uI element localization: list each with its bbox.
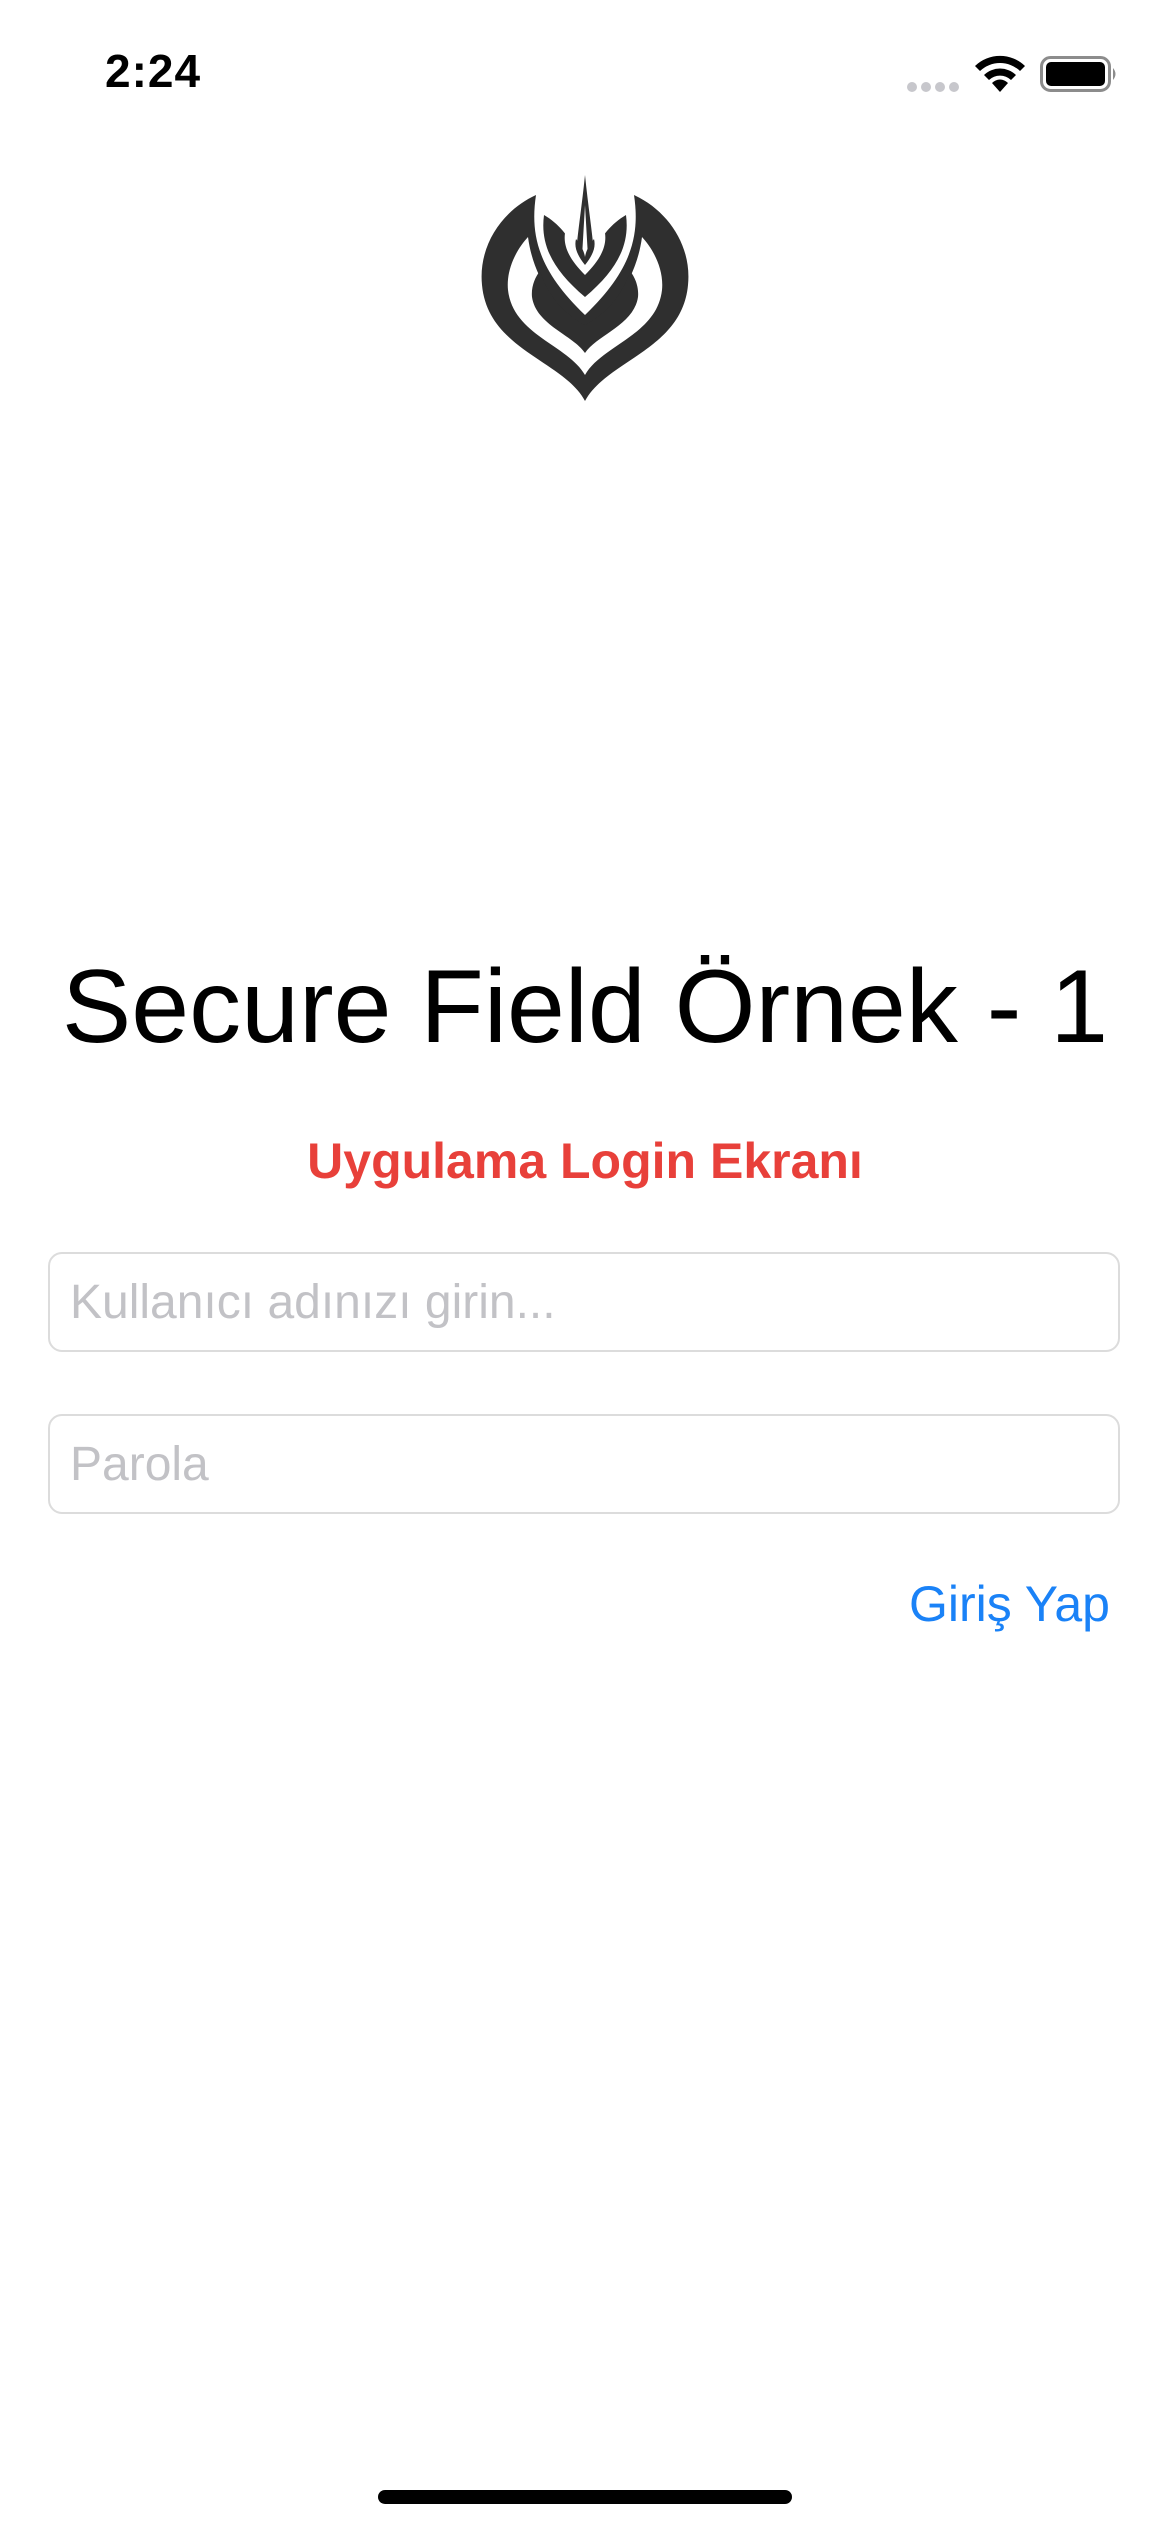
battery-icon — [1040, 56, 1116, 92]
status-time: 2:24 — [105, 45, 202, 97]
leaf-logo-icon — [481, 175, 689, 401]
home-indicator[interactable] — [378, 2490, 792, 2504]
status-bar: 2:24 — [0, 0, 1170, 150]
page-subtitle: Uygulama Login Ekranı — [307, 1133, 863, 1189]
login-button[interactable]: Giriş Yap — [909, 1575, 1110, 1633]
username-input[interactable] — [48, 1252, 1120, 1352]
password-input[interactable] — [48, 1414, 1120, 1514]
signal-icon — [907, 82, 959, 92]
page-title: Secure Field Örnek - 1 — [61, 949, 1109, 1065]
wifi-icon — [975, 55, 1025, 92]
